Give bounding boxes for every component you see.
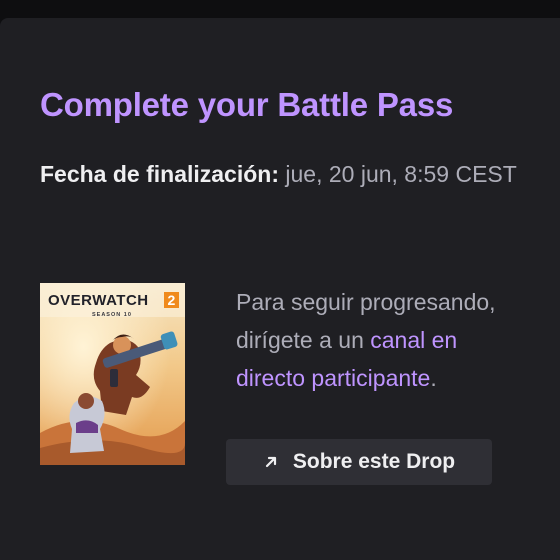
card-title: Complete your Battle Pass xyxy=(40,86,454,123)
boxart-subtitle: SEASON 10 xyxy=(92,312,132,318)
drop-description: Para seguir progresando, dirígete a un c… xyxy=(236,283,526,397)
boxart-logo-text: OVERWATCH xyxy=(48,292,149,309)
boxart-logo-number: 2 xyxy=(168,292,176,308)
end-date-value: jue, 20 jun, 8:59 CEST xyxy=(285,161,517,187)
drop-card: Complete your Battle Pass Fecha de final… xyxy=(0,18,560,560)
end-date-label: Fecha de finalización: xyxy=(40,161,279,187)
arrow-up-right-icon xyxy=(263,454,279,470)
boxart-image: OVERWATCH 2 SEASON 10 xyxy=(40,283,185,465)
about-drop-label: Sobre este Drop xyxy=(292,450,456,473)
about-drop-button[interactable]: Sobre este Drop xyxy=(226,439,492,485)
end-date: Fecha de finalización: jue, 20 jun, 8:59… xyxy=(40,155,530,193)
game-boxart: OVERWATCH 2 SEASON 10 xyxy=(40,283,185,465)
description-end: . xyxy=(430,365,437,391)
